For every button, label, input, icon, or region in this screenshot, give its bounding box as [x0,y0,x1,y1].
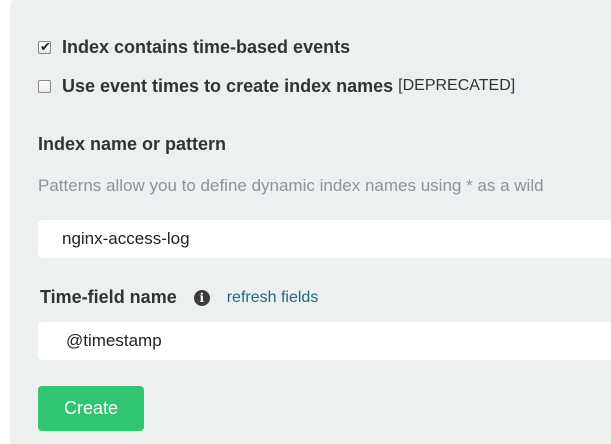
create-button[interactable]: Create [38,386,144,431]
index-pattern-value: nginx-access-log [62,229,190,248]
refresh-fields-link[interactable]: refresh fields [227,289,319,307]
event-times-option[interactable]: Use event times to create index names [D… [38,75,515,97]
info-circle-icon[interactable]: i [193,289,210,306]
deprecated-tag: [DEPRECATED] [398,77,516,94]
time-field-header: Time-field name i refresh fields [40,287,318,308]
time-field-label: Time-field name [40,287,177,307]
time-field-select[interactable]: @timestamp [38,322,611,360]
event-times-label[interactable]: Use event times to create index names [62,75,393,97]
index-pattern-input[interactable]: nginx-access-log [38,220,611,258]
index-pattern-form: ✔ Index contains time-based events Use e… [10,0,611,444]
time-based-events-checkbox[interactable]: ✔ [38,38,51,54]
event-times-checkbox[interactable] [38,79,51,93]
time-based-events-label[interactable]: Index contains time-based events [62,36,350,58]
index-pattern-label: Index name or pattern [38,134,227,154]
index-pattern-help-text: Patterns allow you to define dynamic ind… [38,176,544,195]
checkmark-icon: ✔ [40,38,51,54]
time-field-value: @timestamp [66,331,162,350]
time-based-events-option[interactable]: ✔ Index contains time-based events [38,36,350,58]
